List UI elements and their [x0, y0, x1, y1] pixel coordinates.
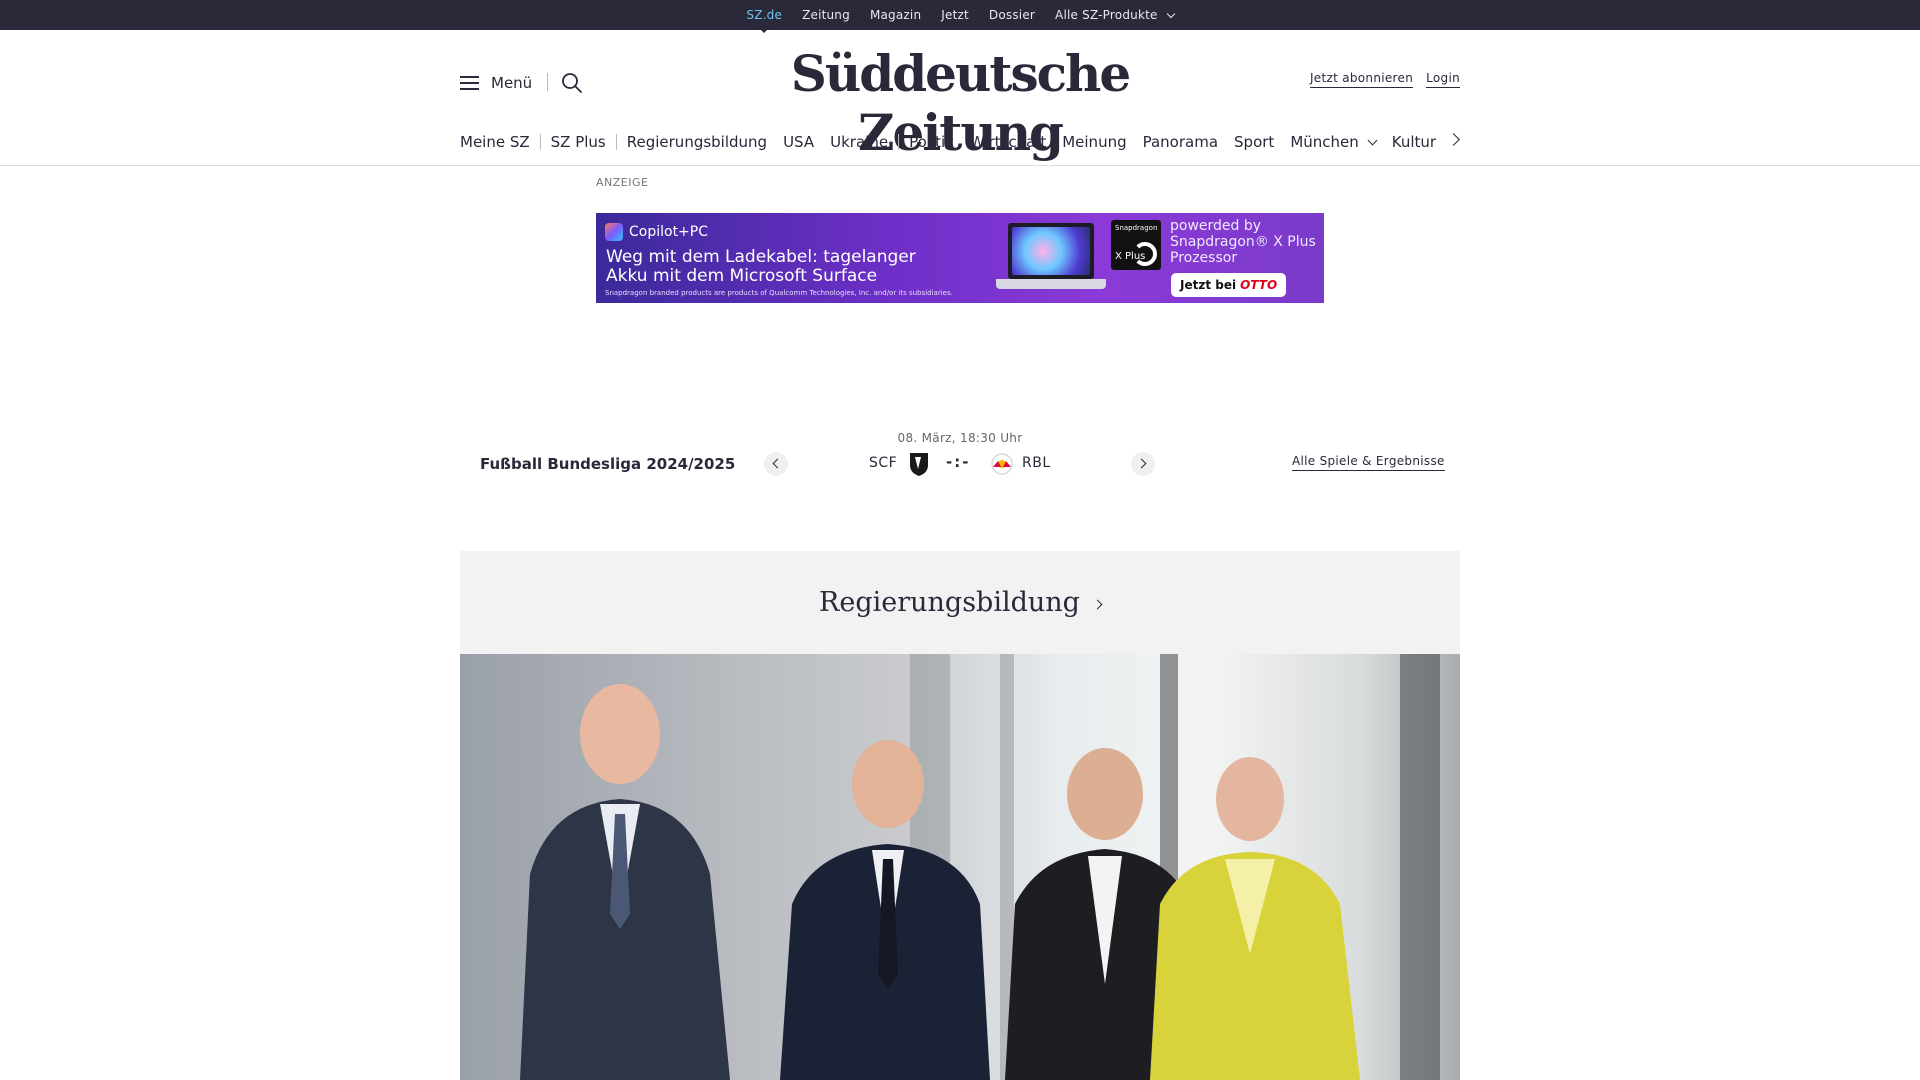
next-match-button[interactable]: [1131, 452, 1155, 476]
nav-item-meine-sz[interactable]: Meine SZ: [460, 133, 530, 151]
otto-logo: OTTO: [1240, 278, 1278, 292]
hamburger-icon: [460, 76, 479, 90]
chip-label: Snapdragon: [1115, 224, 1158, 232]
section-title-label: Regierungsbildung: [819, 587, 1080, 618]
nav-item-wirtschaft[interactable]: Wirtschaft: [970, 133, 1046, 151]
nav-item-panorama[interactable]: Panorama: [1143, 133, 1218, 151]
top-product-bar: SZ.de Zeitung Magazin Jetzt Dossier Alle…: [0, 0, 1920, 33]
chevron-down-icon: [1367, 135, 1378, 145]
ad-powered-by: powerded by Snapdragon® X Plus Prozessor: [1170, 218, 1316, 266]
ad-fine-print: Snapdragon branded products are products…: [605, 289, 953, 297]
nav-item-usa[interactable]: USA: [783, 133, 814, 151]
menu-button[interactable]: Menü: [460, 74, 532, 92]
laptop-image: [996, 223, 1106, 299]
nav-divider: [898, 134, 900, 150]
rbl-crest-icon: [991, 453, 1013, 475]
main-navigation: Meine SZ SZ Plus Regierungsbildung USA U…: [460, 125, 1460, 159]
chevron-right-icon[interactable]: [1447, 133, 1460, 146]
nav-divider: [539, 134, 541, 150]
account-links: Jetzt abonnieren Login: [1309, 71, 1460, 88]
ad-brand-label: Copilot+PC: [629, 224, 709, 240]
ad-brand: Copilot+PC: [605, 223, 708, 241]
section-header[interactable]: Regierungsbildung: [460, 551, 1460, 654]
nav-divider: [615, 134, 617, 150]
scf-crest-icon: [910, 453, 928, 476]
topbar-link-szde[interactable]: SZ.de: [746, 8, 782, 33]
away-team: RBL: [1022, 455, 1051, 471]
search-icon[interactable]: [561, 72, 583, 94]
ad-cta-label: Jetzt bei: [1180, 278, 1237, 292]
match-date: 08. März, 18:30 Uhr: [897, 431, 1023, 445]
home-team: SCF: [869, 455, 898, 471]
ad-banner[interactable]: Copilot+PC Weg mit dem Ladekabel: tagela…: [596, 213, 1324, 303]
snapdragon-chip-image: Snapdragon X Plus: [1111, 220, 1161, 270]
topbar-link-jetzt[interactable]: Jetzt: [941, 8, 969, 22]
site-header: Menü Süddeutsche Zeitung Jetzt abonniere…: [460, 30, 1460, 162]
chevron-down-icon: [1166, 9, 1175, 18]
topbar-link-magazin[interactable]: Magazin: [870, 8, 921, 22]
chevron-right-icon: [1092, 599, 1103, 610]
ad-headline: Weg mit dem Ladekabel: tagelanger Akku m…: [606, 247, 916, 286]
nav-item-meinung[interactable]: Meinung: [1062, 133, 1126, 151]
header-divider: [0, 165, 1920, 166]
all-games-link[interactable]: Alle Spiele & Ergebnisse: [1292, 454, 1445, 471]
section-title: Regierungsbildung: [819, 587, 1103, 618]
topbar-dropdown-all-products[interactable]: Alle SZ-Produkte: [1055, 8, 1175, 22]
ad-cta-button[interactable]: Jetzt bei OTTO: [1171, 273, 1287, 297]
nav-item-label: München: [1290, 133, 1359, 151]
nav-item-ukraine[interactable]: Ukraine: [830, 133, 888, 151]
nav-item-sport[interactable]: Sport: [1234, 133, 1274, 151]
topbar-dropdown-label: Alle SZ-Produkte: [1055, 8, 1158, 22]
hero-photo: [520, 654, 1440, 1080]
nav-item-kultur[interactable]: Kultur: [1392, 133, 1436, 151]
nav-item-muenchen[interactable]: München: [1290, 133, 1378, 151]
previous-match-button[interactable]: [764, 452, 788, 476]
topbar-link-dossier[interactable]: Dossier: [989, 8, 1035, 22]
nav-item-regierungsbildung[interactable]: Regierungsbildung: [627, 133, 767, 151]
nav-item-sz-plus[interactable]: SZ Plus: [551, 133, 606, 151]
login-link[interactable]: Login: [1426, 71, 1460, 88]
copilot-logo-icon: [605, 223, 623, 241]
nav-item-politik[interactable]: Politik: [909, 133, 954, 151]
menu-label: Menü: [491, 74, 533, 92]
topbar-link-zeitung[interactable]: Zeitung: [802, 8, 850, 22]
subscribe-link[interactable]: Jetzt abonnieren: [1309, 71, 1414, 88]
ad-label: ANZEIGE: [596, 176, 649, 189]
league-title[interactable]: Fußball Bundesliga 2024/2025: [480, 455, 735, 473]
match-score: -:-: [946, 453, 971, 471]
divider: [547, 73, 548, 91]
hero-image[interactable]: [460, 654, 1460, 1080]
